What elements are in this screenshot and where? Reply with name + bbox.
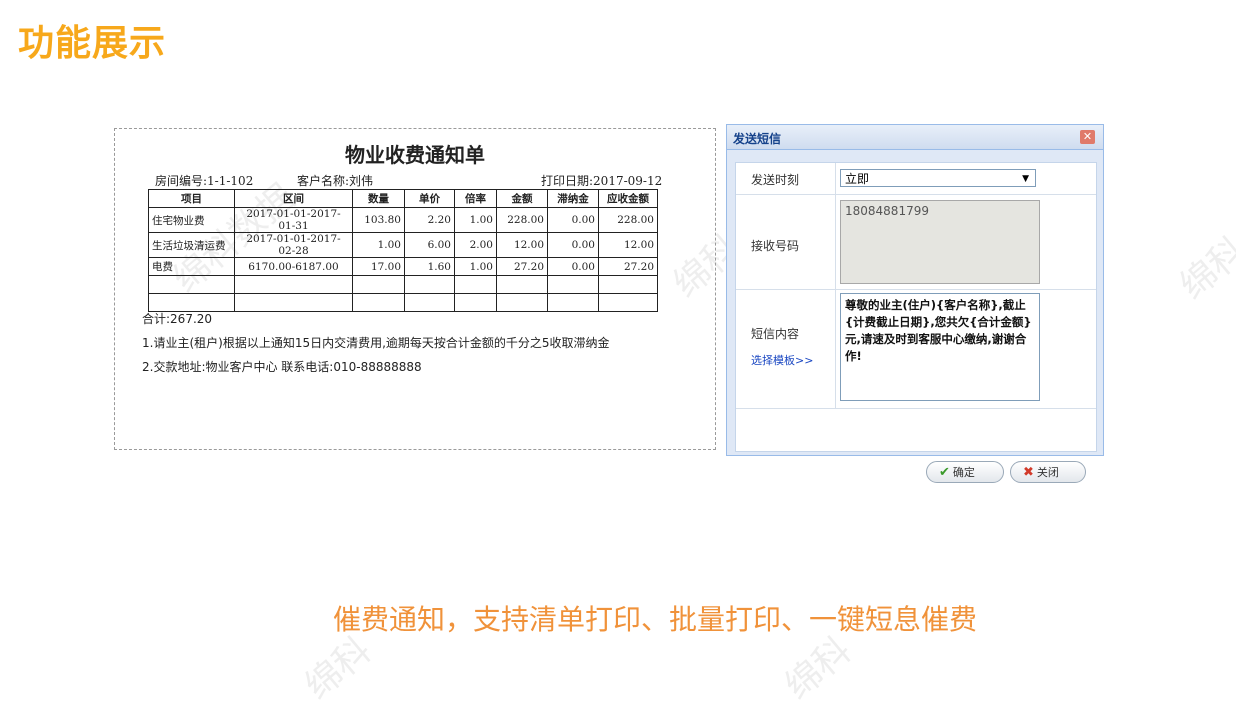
table-cell: 27.20 (496, 257, 548, 276)
table-cell (598, 293, 658, 312)
chevron-down-icon: ▼ (1022, 174, 1029, 184)
table-cell (352, 275, 405, 294)
table-cell: 103.80 (352, 207, 405, 233)
table-cell: 0.00 (547, 257, 599, 276)
notice-term-2: 2.交款地址:物业客户中心 联系电话:010-88888888 (142, 360, 422, 374)
confirm-button[interactable]: ✔ 确定 (926, 461, 1004, 483)
select-template-link[interactable]: 选择模板>> (751, 352, 813, 368)
recipient-label: 接收号码 (751, 239, 800, 253)
table-cell (234, 275, 353, 294)
table-cell (547, 293, 599, 312)
table-header-row: 项目 区间 数量 单价 倍率 金额 滞纳金 应收金额 (148, 189, 658, 208)
close-button[interactable]: ✖ 关闭 (1010, 461, 1086, 483)
table-cell: 生活垃圾清运费 (148, 232, 235, 258)
table-cell (404, 275, 455, 294)
table-cell (496, 293, 548, 312)
print-date: 打印日期:2017-09-12 (541, 174, 663, 188)
dialog-header: 发送短信 ✕ (727, 125, 1103, 150)
table-cell (454, 293, 497, 312)
page-title: 功能展示 (18, 23, 167, 64)
checkmark-icon: ✔ (939, 465, 950, 480)
column-header: 应收金额 (598, 189, 658, 208)
table-cell: 27.20 (598, 257, 658, 276)
table-cell: 2017-01-01-2017-01-31 (234, 207, 353, 233)
notice-term-1: 1.请业主(租户)根据以上通知15日内交清费用,逾期每天按合计金额的千分之5收取… (142, 336, 610, 350)
table-cell: 228.00 (496, 207, 548, 233)
table-cell: 6170.00-6187.00 (234, 257, 353, 276)
watermark: 绵科 (1172, 229, 1236, 308)
table-cell: 电费 (148, 257, 235, 276)
table-cell (234, 293, 353, 312)
table-cell: 1.60 (404, 257, 455, 276)
column-header: 区间 (234, 189, 353, 208)
send-time-select[interactable]: 立即 ▼ (840, 169, 1036, 187)
sms-content-field[interactable]: 尊敬的业主(住户){客户名称},截止{计费截止日期},您共欠{合计金额}元,请速… (840, 293, 1040, 401)
send-time-row: 发送时刻 立即 ▼ (736, 163, 1096, 195)
table-row: 住宅物业费 2017-01-01-2017-01-31 103.80 2.20 … (148, 207, 658, 233)
send-time-label: 发送时刻 (751, 173, 800, 187)
table-cell: 2017-01-01-2017-02-28 (234, 232, 353, 258)
recipient-row: 接收号码 18084881799 (736, 195, 1096, 290)
recipient-field[interactable]: 18084881799 (840, 200, 1040, 284)
dialog-body: 发送时刻 立即 ▼ 接收号码 18084881799 短信内容 选择模板>> 尊… (735, 162, 1097, 483)
column-header: 倍率 (454, 189, 497, 208)
close-icon: ✖ (1023, 465, 1034, 480)
fee-table: 项目 区间 数量 单价 倍率 金额 滞纳金 应收金额 住宅物业费 2017-01… (148, 189, 658, 312)
customer-name: 客户名称:刘伟 (297, 174, 374, 188)
column-header: 金额 (496, 189, 548, 208)
table-cell (496, 275, 548, 294)
table-cell: 12.00 (496, 232, 548, 258)
table-cell: 2.20 (404, 207, 455, 233)
table-cell (454, 275, 497, 294)
table-cell (404, 293, 455, 312)
table-cell (352, 293, 405, 312)
table-cell: 住宅物业费 (148, 207, 235, 233)
table-cell: 17.00 (352, 257, 405, 276)
table-cell: 6.00 (404, 232, 455, 258)
dialog-title: 发送短信 (733, 132, 782, 146)
close-icon[interactable]: ✕ (1080, 130, 1095, 144)
table-row: 电费 6170.00-6187.00 17.00 1.60 1.00 27.20… (148, 257, 658, 276)
table-cell: 228.00 (598, 207, 658, 233)
table-row (148, 275, 658, 294)
table-cell: 0.00 (547, 232, 599, 258)
fee-notice-panel: 物业收费通知单 房间编号:1-1-102 客户名称:刘伟 打印日期:2017-0… (114, 128, 716, 450)
notice-title: 物业收费通知单 (345, 143, 485, 167)
content-row: 短信内容 选择模板>> 尊敬的业主(住户){客户名称},截止{计费截止日期},您… (736, 290, 1096, 409)
feature-caption: 催费通知，支持清单打印、批量打印、一键短息催费 (332, 603, 977, 636)
send-time-value: 立即 (845, 172, 870, 186)
column-header: 滞纳金 (547, 189, 599, 208)
room-number: 房间编号:1-1-102 (155, 174, 254, 188)
table-cell: 1.00 (352, 232, 405, 258)
table-cell (547, 275, 599, 294)
table-cell: 1.00 (454, 257, 497, 276)
table-cell (148, 275, 235, 294)
send-sms-dialog: 发送短信 ✕ 发送时刻 立即 ▼ 接收号码 18084881799 短信内容 选… (726, 124, 1104, 483)
table-cell: 0.00 (547, 207, 599, 233)
column-header: 数量 (352, 189, 405, 208)
table-cell (148, 293, 235, 312)
content-label: 短信内容 (751, 327, 800, 341)
total-amount: 合计:267.20 (142, 312, 213, 326)
table-row: 生活垃圾清运费 2017-01-01-2017-02-28 1.00 6.00 … (148, 232, 658, 258)
table-cell: 12.00 (598, 232, 658, 258)
column-header: 项目 (148, 189, 235, 208)
table-row (148, 293, 658, 312)
column-header: 单价 (404, 189, 455, 208)
table-cell: 1.00 (454, 207, 497, 233)
table-cell: 2.00 (454, 232, 497, 258)
table-cell (598, 275, 658, 294)
